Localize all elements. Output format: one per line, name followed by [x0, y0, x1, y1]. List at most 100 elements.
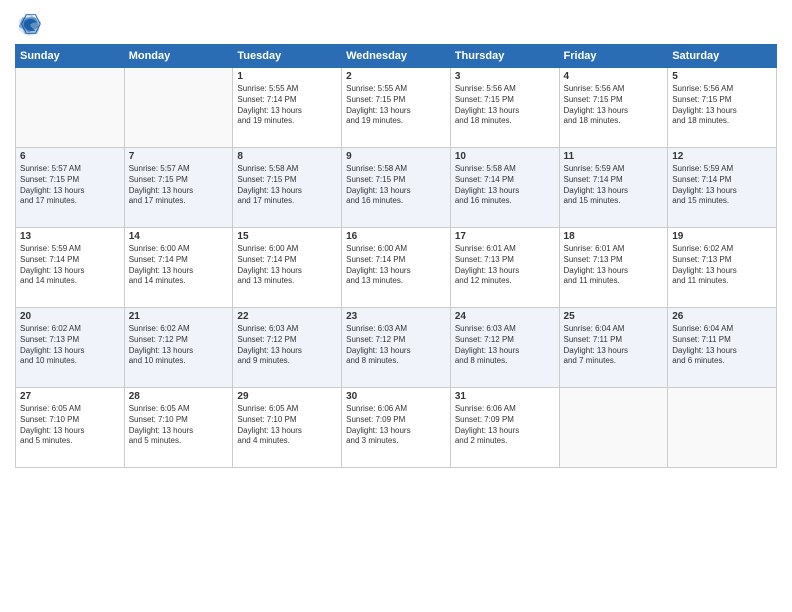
- day-number: 6: [20, 151, 120, 162]
- day-info: Sunrise: 6:02 AM Sunset: 7:12 PM Dayligh…: [129, 324, 229, 367]
- col-monday: Monday: [124, 45, 233, 68]
- table-row: 18 Sunrise: 6:01 AM Sunset: 7:13 PM Dayli…: [559, 228, 668, 308]
- col-saturday: Saturday: [668, 45, 777, 68]
- calendar-week-row: 20 Sunrise: 6:02 AM Sunset: 7:13 PM Dayli…: [16, 308, 777, 388]
- day-number: 29: [237, 391, 337, 402]
- calendar-header-row: Sunday Monday Tuesday Wednesday Thursday…: [16, 45, 777, 68]
- day-number: 5: [672, 71, 772, 82]
- day-number: 18: [564, 231, 664, 242]
- day-info: Sunrise: 6:00 AM Sunset: 7:14 PM Dayligh…: [346, 244, 446, 287]
- day-info: Sunrise: 6:05 AM Sunset: 7:10 PM Dayligh…: [237, 404, 337, 447]
- day-number: 8: [237, 151, 337, 162]
- day-number: 25: [564, 311, 664, 322]
- day-info: Sunrise: 6:03 AM Sunset: 7:12 PM Dayligh…: [455, 324, 555, 367]
- col-thursday: Thursday: [450, 45, 559, 68]
- day-info: Sunrise: 6:04 AM Sunset: 7:11 PM Dayligh…: [672, 324, 772, 367]
- day-info: Sunrise: 6:06 AM Sunset: 7:09 PM Dayligh…: [455, 404, 555, 447]
- day-number: 13: [20, 231, 120, 242]
- day-number: 26: [672, 311, 772, 322]
- day-number: 10: [455, 151, 555, 162]
- day-info: Sunrise: 6:00 AM Sunset: 7:14 PM Dayligh…: [129, 244, 229, 287]
- day-number: 16: [346, 231, 446, 242]
- table-row: 15Sunrise: 6:00 AM Sunset: 7:14 PM Dayli…: [233, 228, 342, 308]
- calendar-table: Sunday Monday Tuesday Wednesday Thursday…: [15, 44, 777, 468]
- calendar-week-row: 13 Sunrise: 5:59 AM Sunset: 7:14 PM Dayli…: [16, 228, 777, 308]
- table-row: 2 Sunrise: 5:55 AM Sunset: 7:15 PM Daylig…: [342, 68, 451, 148]
- table-row: 29 Sunrise: 6:05 AM Sunset: 7:10 PM Dayli…: [233, 388, 342, 468]
- day-number: 12: [672, 151, 772, 162]
- table-row: 10 Sunrise: 5:58 AM Sunset: 7:14 PM Dayli…: [450, 148, 559, 228]
- table-row: 9 Sunrise: 5:58 AM Sunset: 7:15 PM Daylig…: [342, 148, 451, 228]
- table-row: 11 Sunrise: 5:59 AM Sunset: 7:14 PM Dayli…: [559, 148, 668, 228]
- day-info: Sunrise: 6:06 AM Sunset: 7:09 PM Dayligh…: [346, 404, 446, 447]
- table-row: 3 Sunrise: 5:56 AM Sunset: 7:15 PM Daylig…: [450, 68, 559, 148]
- col-wednesday: Wednesday: [342, 45, 451, 68]
- logo: [15, 10, 47, 38]
- day-info: Sunrise: 6:02 AM Sunset: 7:13 PM Dayligh…: [20, 324, 120, 367]
- day-info: Sunrise: 6:01 AM Sunset: 7:13 PM Dayligh…: [564, 244, 664, 287]
- table-row: [124, 68, 233, 148]
- day-number: 22: [237, 311, 337, 322]
- day-info: Sunrise: 5:59 AM Sunset: 7:14 PM Dayligh…: [672, 164, 772, 207]
- day-number: 9: [346, 151, 446, 162]
- table-row: 30Sunrise: 6:06 AM Sunset: 7:09 PM Dayli…: [342, 388, 451, 468]
- day-number: 21: [129, 311, 229, 322]
- col-friday: Friday: [559, 45, 668, 68]
- day-number: 20: [20, 311, 120, 322]
- col-sunday: Sunday: [16, 45, 125, 68]
- day-info: Sunrise: 5:57 AM Sunset: 7:15 PM Dayligh…: [20, 164, 120, 207]
- day-info: Sunrise: 5:56 AM Sunset: 7:15 PM Dayligh…: [455, 84, 555, 127]
- table-row: [16, 68, 125, 148]
- table-row: [668, 388, 777, 468]
- day-info: Sunrise: 5:59 AM Sunset: 7:14 PM Dayligh…: [20, 244, 120, 287]
- day-number: 2: [346, 71, 446, 82]
- table-row: 6 Sunrise: 5:57 AM Sunset: 7:15 PM Daylig…: [16, 148, 125, 228]
- table-row: 19Sunrise: 6:02 AM Sunset: 7:13 PM Dayli…: [668, 228, 777, 308]
- day-number: 1: [237, 71, 337, 82]
- table-row: 23 Sunrise: 6:03 AM Sunset: 7:12 PM Dayli…: [342, 308, 451, 388]
- table-row: 5Sunrise: 5:56 AM Sunset: 7:15 PM Daylig…: [668, 68, 777, 148]
- day-number: 24: [455, 311, 555, 322]
- table-row: 12 Sunrise: 5:59 AM Sunset: 7:14 PM Dayli…: [668, 148, 777, 228]
- day-info: Sunrise: 5:58 AM Sunset: 7:15 PM Dayligh…: [237, 164, 337, 207]
- day-number: 17: [455, 231, 555, 242]
- table-row: 31 Sunrise: 6:06 AM Sunset: 7:09 PM Dayli…: [450, 388, 559, 468]
- table-row: 13 Sunrise: 5:59 AM Sunset: 7:14 PM Dayli…: [16, 228, 125, 308]
- day-info: Sunrise: 5:59 AM Sunset: 7:14 PM Dayligh…: [564, 164, 664, 207]
- day-info: Sunrise: 6:02 AM Sunset: 7:13 PM Dayligh…: [672, 244, 772, 287]
- day-info: Sunrise: 5:58 AM Sunset: 7:15 PM Dayligh…: [346, 164, 446, 207]
- day-info: Sunrise: 5:55 AM Sunset: 7:15 PM Dayligh…: [346, 84, 446, 127]
- day-number: 3: [455, 71, 555, 82]
- header: [15, 10, 777, 38]
- day-info: Sunrise: 6:05 AM Sunset: 7:10 PM Dayligh…: [20, 404, 120, 447]
- table-row: 14Sunrise: 6:00 AM Sunset: 7:14 PM Dayli…: [124, 228, 233, 308]
- table-row: 21 Sunrise: 6:02 AM Sunset: 7:12 PM Dayli…: [124, 308, 233, 388]
- table-row: 28Sunrise: 6:05 AM Sunset: 7:10 PM Dayli…: [124, 388, 233, 468]
- table-row: [559, 388, 668, 468]
- day-number: 15: [237, 231, 337, 242]
- day-number: 7: [129, 151, 229, 162]
- table-row: 22 Sunrise: 6:03 AM Sunset: 7:12 PM Dayli…: [233, 308, 342, 388]
- day-info: Sunrise: 6:03 AM Sunset: 7:12 PM Dayligh…: [346, 324, 446, 367]
- col-tuesday: Tuesday: [233, 45, 342, 68]
- table-row: 4 Sunrise: 5:56 AM Sunset: 7:15 PM Daylig…: [559, 68, 668, 148]
- day-info: Sunrise: 6:04 AM Sunset: 7:11 PM Dayligh…: [564, 324, 664, 367]
- table-row: 8 Sunrise: 5:58 AM Sunset: 7:15 PM Daylig…: [233, 148, 342, 228]
- day-number: 23: [346, 311, 446, 322]
- day-info: Sunrise: 5:58 AM Sunset: 7:14 PM Dayligh…: [455, 164, 555, 207]
- table-row: 25 Sunrise: 6:04 AM Sunset: 7:11 PM Dayli…: [559, 308, 668, 388]
- day-info: Sunrise: 5:55 AM Sunset: 7:14 PM Dayligh…: [237, 84, 337, 127]
- table-row: 24 Sunrise: 6:03 AM Sunset: 7:12 PM Dayli…: [450, 308, 559, 388]
- day-number: 31: [455, 391, 555, 402]
- day-number: 4: [564, 71, 664, 82]
- day-info: Sunrise: 6:03 AM Sunset: 7:12 PM Dayligh…: [237, 324, 337, 367]
- table-row: 1 Sunrise: 5:55 AM Sunset: 7:14 PM Daylig…: [233, 68, 342, 148]
- day-number: 11: [564, 151, 664, 162]
- table-row: 7Sunrise: 5:57 AM Sunset: 7:15 PM Daylig…: [124, 148, 233, 228]
- page: Sunday Monday Tuesday Wednesday Thursday…: [0, 0, 792, 612]
- day-info: Sunrise: 5:56 AM Sunset: 7:15 PM Dayligh…: [564, 84, 664, 127]
- table-row: 26 Sunrise: 6:04 AM Sunset: 7:11 PM Dayli…: [668, 308, 777, 388]
- day-number: 28: [129, 391, 229, 402]
- calendar-week-row: 27Sunrise: 6:05 AM Sunset: 7:10 PM Dayli…: [16, 388, 777, 468]
- logo-icon: [15, 10, 43, 38]
